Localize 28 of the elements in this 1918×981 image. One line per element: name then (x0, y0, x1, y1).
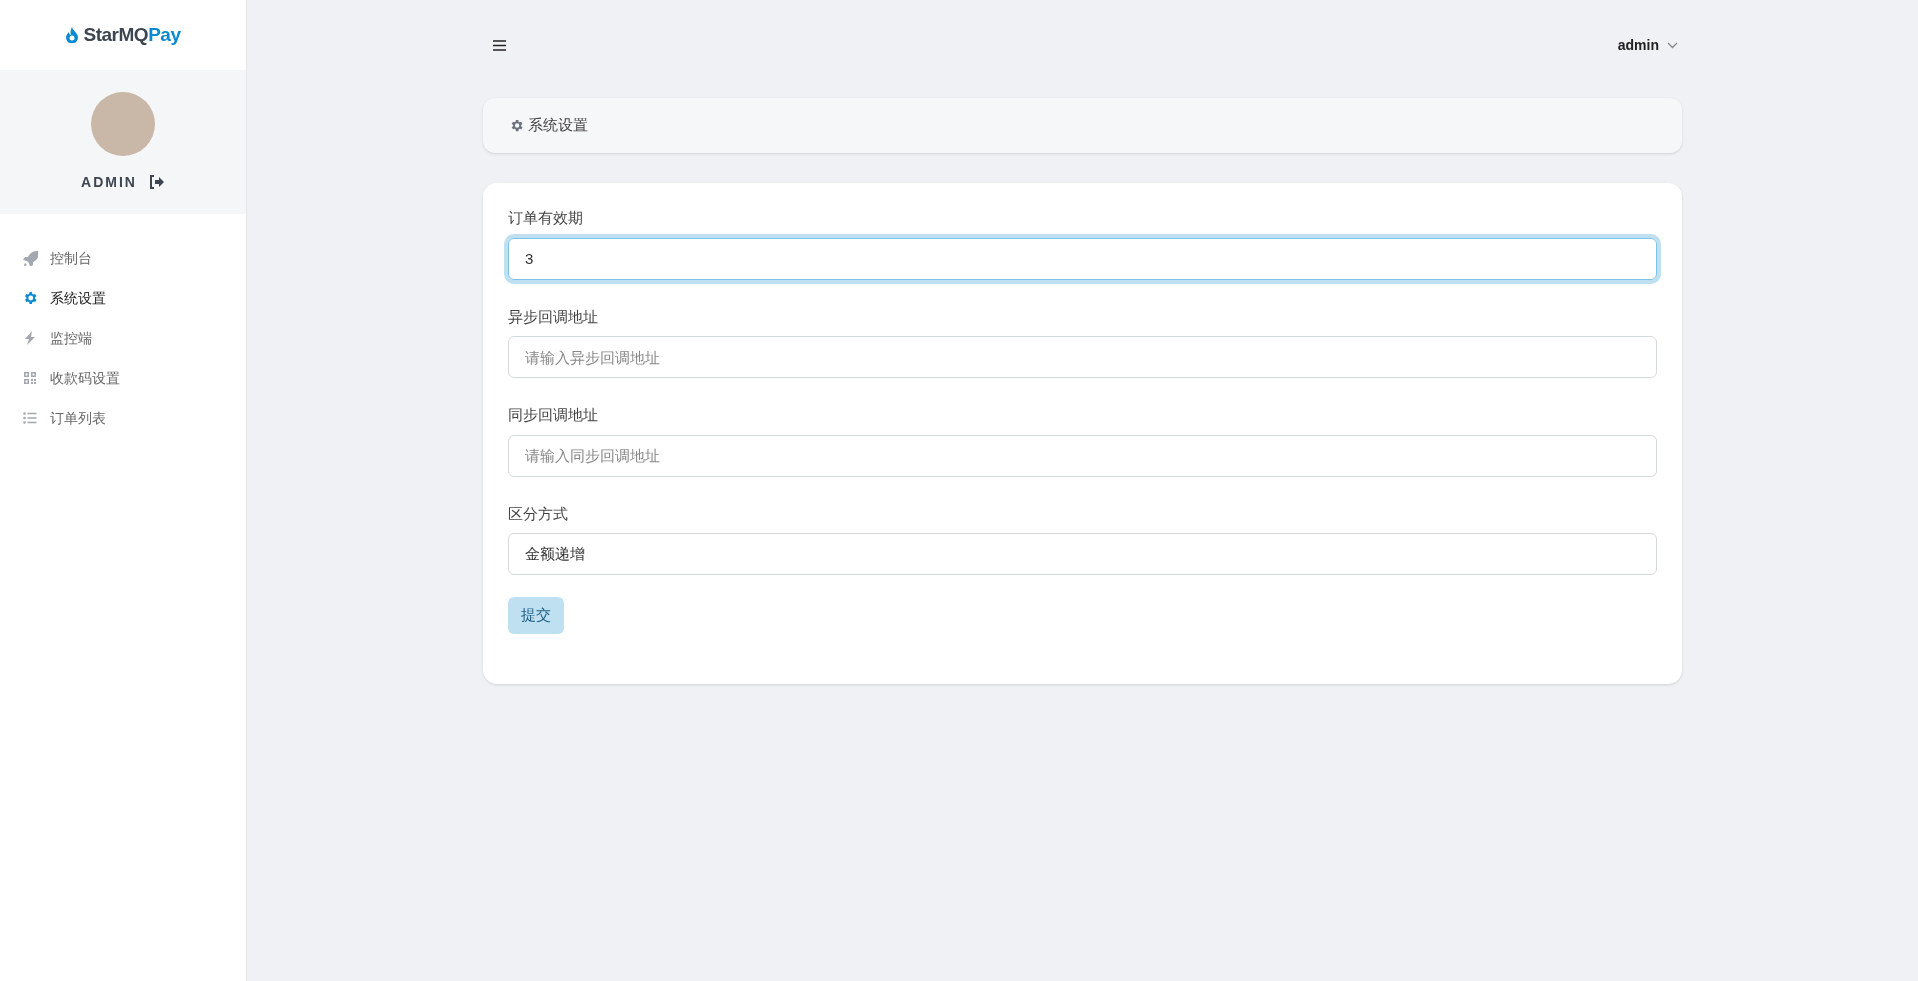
logo-text: Pay (148, 23, 181, 45)
sidebar-item[interactable]: 订单列表 (0, 398, 246, 438)
flame-icon (65, 27, 80, 43)
page-title: 系统设置 (528, 115, 588, 136)
settings-icon (22, 290, 38, 306)
field-label: 区分方式 (508, 503, 568, 524)
user-menu[interactable]: admin (1617, 34, 1659, 56)
rocket-icon (22, 250, 38, 266)
sidebar-item[interactable]: 收款码设置 (0, 358, 246, 398)
username: ADMIN (81, 172, 137, 192)
logout-icon[interactable] (148, 175, 165, 189)
sidebar-item[interactable]: 控制台 (0, 238, 246, 278)
input-field[interactable]: 请输入异步回调地址 (508, 336, 1657, 378)
input-field[interactable]: 金额递增 (508, 533, 1657, 575)
field-label: 订单有效期 (508, 208, 583, 228)
submit-button[interactable]: 提交 (508, 597, 564, 634)
list-icon (22, 410, 38, 426)
menu-icon[interactable] (493, 39, 506, 51)
field-label: 同步回调地址 (508, 405, 598, 425)
logo-text: StarMQ (83, 23, 149, 45)
sidebar-item[interactable]: 系统设置 (0, 278, 246, 318)
lightning-icon (22, 330, 38, 346)
field-label: 异步回调地址 (508, 306, 598, 327)
sidebar-item[interactable]: 监控端 (0, 318, 246, 358)
settings-icon (509, 118, 524, 133)
input-field[interactable]: 请输入同步回调地址 (508, 434, 1657, 477)
chevron-down-icon[interactable] (1667, 41, 1678, 49)
qr-code-icon (22, 370, 38, 386)
